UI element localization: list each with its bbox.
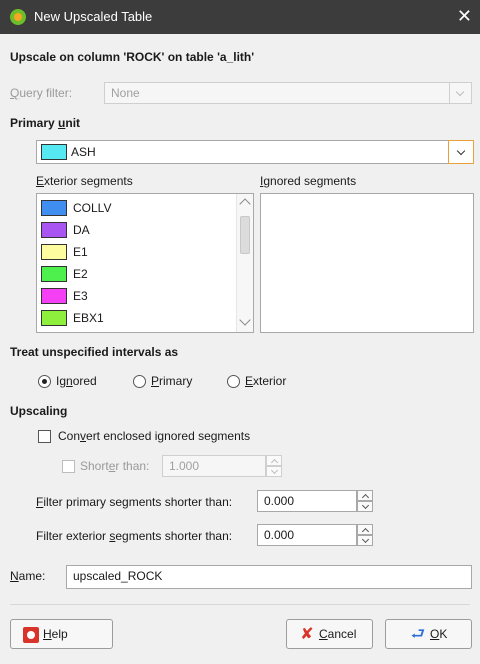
- title-bar: New Upscaled Table ✕: [0, 0, 480, 34]
- cancel-icon: ✘: [300, 626, 314, 643]
- list-item[interactable]: E1: [41, 241, 233, 263]
- app-icon: [10, 9, 26, 25]
- help-icon: [23, 627, 39, 643]
- segment-name: E3: [73, 289, 88, 303]
- primary-unit-combo[interactable]: ASH: [36, 140, 474, 164]
- segment-color-swatch: [41, 244, 67, 260]
- radio-exterior[interactable]: [227, 375, 240, 388]
- shorter-than-label: Shorter than:: [80, 459, 150, 473]
- segment-name: EBX1: [73, 311, 104, 325]
- shorter-than-input[interactable]: 1.000: [162, 455, 266, 477]
- filter-primary-input[interactable]: 0.000: [257, 490, 357, 512]
- name-input[interactable]: upscaled_ROCK: [66, 565, 472, 589]
- segment-color-swatch: [41, 310, 67, 326]
- spin-down-icon[interactable]: [357, 501, 373, 512]
- radio-ignored-label[interactable]: Ignored: [56, 374, 97, 388]
- segment-color-swatch: [41, 288, 67, 304]
- unspecified-label: Treat unspecified intervals as: [10, 345, 179, 359]
- chevron-down-icon: [449, 83, 471, 103]
- spin-up-icon[interactable]: [357, 490, 373, 501]
- list-scrollbar[interactable]: [236, 194, 253, 332]
- radio-primary-label[interactable]: Primary: [151, 374, 192, 388]
- radio-ignored[interactable]: [38, 375, 51, 388]
- ok-button[interactable]: ⮐ OK: [385, 619, 472, 649]
- window-title: New Upscaled Table: [34, 9, 153, 24]
- ignored-segments-label: Ignored segments: [260, 174, 357, 188]
- filter-primary-spinner[interactable]: [357, 490, 373, 512]
- ok-icon: ⮐: [410, 626, 426, 643]
- filter-exterior-spinner[interactable]: [357, 524, 373, 546]
- convert-enclosed-checkbox[interactable]: [38, 430, 51, 443]
- query-filter-value: None: [111, 86, 140, 100]
- segment-name: E2: [73, 267, 88, 281]
- radio-primary[interactable]: [133, 375, 146, 388]
- ignored-segments-list[interactable]: [260, 193, 474, 333]
- segment-color-swatch: [41, 222, 67, 238]
- scroll-down-icon[interactable]: [239, 314, 251, 326]
- segment-color-swatch: [41, 200, 67, 216]
- list-item[interactable]: EBX1: [41, 307, 233, 329]
- query-filter-label: Query filter:: [10, 86, 73, 100]
- convert-enclosed-label[interactable]: Convert enclosed ignored segments: [58, 429, 250, 443]
- exterior-segments-label: Exterior segments: [36, 174, 133, 188]
- footer-separator: [10, 604, 470, 605]
- segment-name: DA: [73, 223, 90, 237]
- spin-up-icon[interactable]: [266, 455, 282, 466]
- spin-down-icon[interactable]: [357, 535, 373, 546]
- scroll-up-icon[interactable]: [239, 198, 251, 210]
- exterior-segments-list[interactable]: COLLV DA E1 E2 E3 EBX1: [36, 193, 254, 333]
- query-filter-combo[interactable]: None: [104, 82, 472, 104]
- close-icon[interactable]: ✕: [457, 6, 472, 27]
- filter-exterior-label: Filter exterior segments shorter than:: [36, 529, 233, 543]
- radio-exterior-label[interactable]: Exterior: [245, 374, 286, 388]
- spin-down-icon[interactable]: [266, 466, 282, 477]
- filter-primary-label: Filter primary segments shorter than:: [36, 495, 233, 509]
- upscaling-label: Upscaling: [10, 404, 68, 418]
- segment-color-swatch: [41, 266, 67, 282]
- list-item[interactable]: COLLV: [41, 197, 233, 219]
- primary-unit-label: Primary unit: [10, 116, 81, 130]
- scrollbar-thumb[interactable]: [240, 216, 250, 254]
- filter-exterior-input[interactable]: 0.000: [257, 524, 357, 546]
- help-button[interactable]: Help: [10, 619, 113, 649]
- list-item[interactable]: E3: [41, 285, 233, 307]
- segment-name: E1: [73, 245, 88, 259]
- shorter-than-spinner[interactable]: [266, 455, 282, 477]
- segment-name: COLLV: [73, 201, 112, 215]
- primary-unit-color-swatch: [41, 144, 67, 160]
- list-item[interactable]: E2: [41, 263, 233, 285]
- dialog-header: Upscale on column 'ROCK' on table 'a_lit…: [10, 50, 255, 64]
- spin-up-icon[interactable]: [357, 524, 373, 535]
- name-label: Name:: [10, 569, 46, 583]
- primary-unit-value: ASH: [71, 145, 96, 159]
- chevron-down-icon[interactable]: [448, 140, 474, 164]
- cancel-button[interactable]: ✘ Cancel: [286, 619, 373, 649]
- list-item[interactable]: DA: [41, 219, 233, 241]
- shorter-than-checkbox[interactable]: [62, 460, 75, 473]
